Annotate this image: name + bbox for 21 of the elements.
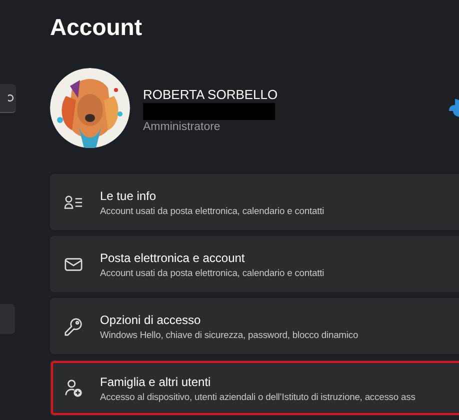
settings-card[interactable]: Le tue info Account usati da posta elettronica, calendario e contatti: [50, 174, 459, 230]
card-title: Famiglia e altri utenti: [100, 374, 212, 388]
settings-card[interactable]: Opzioni di accesso Windows Hello, chiave di sicurezza, password, blocco dinamico: [50, 298, 459, 354]
settings-card[interactable]: Posta elettronica e account Account usati da posta elettronica, calendario e contatti: [50, 236, 459, 292]
key-icon: [64, 316, 83, 336]
cloud-icon[interactable]: [449, 97, 459, 119]
card-description: Accesso al dispositivo, utenti aziendali o dell’Istituto di istruzione, accesso ass: [100, 390, 416, 402]
card-description: Account usati da posta elettronica, calendario e contatti: [100, 204, 324, 216]
user-name: ROBERTA SORBELLO: [143, 87, 279, 102]
settings-card[interactable]: Famiglia e altri utenti Accesso al dispositivo, utenti aziendali o dell’Istituto di istruzione, accesso ass: [50, 360, 459, 416]
card-title: Posta elettronica e account: [100, 250, 246, 264]
card-title: Le tue info: [100, 188, 158, 202]
card-title: Opzioni di accesso: [100, 312, 202, 326]
person-list-icon: [64, 192, 83, 212]
person-add-icon: [64, 378, 83, 398]
card-description: Account usati da posta elettronica, calendario e contatti: [100, 266, 324, 278]
user-role: Amministratore: [143, 121, 222, 133]
card-description: Windows Hello, chiave di sicurezza, password, blocco dinamico: [100, 328, 358, 340]
search-icon: [8, 93, 16, 103]
page-title: Account: [50, 14, 143, 42]
search-field[interactable]: [0, 84, 16, 113]
